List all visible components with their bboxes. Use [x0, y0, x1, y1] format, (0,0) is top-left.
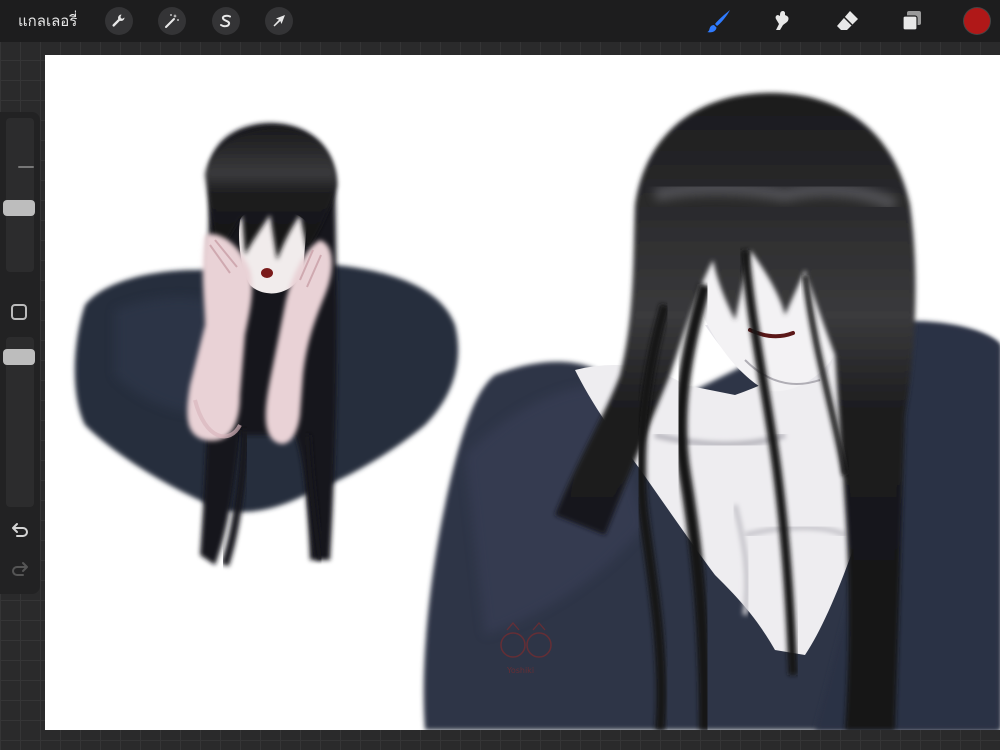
- smudge-icon: [775, 11, 789, 30]
- selection-button[interactable]: [212, 7, 240, 35]
- transform-button[interactable]: [265, 7, 293, 35]
- brush-size-thumb[interactable]: [3, 200, 35, 216]
- layers-icon: [902, 11, 921, 31]
- left-figure: [74, 123, 459, 567]
- selection-icon: [220, 14, 231, 28]
- actions-button[interactable]: [105, 7, 133, 35]
- right-figure: Yoshiki: [423, 92, 1000, 730]
- eraser-icon: [837, 11, 858, 30]
- redo-button[interactable]: [9, 559, 31, 579]
- adjustments-button[interactable]: [158, 7, 186, 35]
- top-toolbar: แกลเลอรี่: [0, 0, 1000, 42]
- undo-icon: [12, 523, 28, 537]
- left-sidebar: [0, 112, 40, 594]
- eraser-tool-button[interactable]: [832, 6, 862, 36]
- redo-icon: [12, 562, 28, 576]
- wrench-icon: [112, 14, 125, 27]
- drawing-canvas[interactable]: Yoshiki: [45, 55, 1000, 730]
- smudge-tool-button[interactable]: [768, 6, 798, 36]
- brush-tool-button[interactable]: [704, 6, 734, 36]
- watermark-text: Yoshiki: [506, 666, 534, 675]
- arrow-cursor-icon: [273, 15, 285, 27]
- artwork: Yoshiki: [74, 92, 1000, 730]
- gallery-button[interactable]: แกลเลอรี่: [18, 9, 77, 33]
- modify-button[interactable]: [11, 304, 27, 320]
- slider-tick: [18, 166, 34, 168]
- brush-size-slider[interactable]: [3, 118, 35, 272]
- undo-button[interactable]: [9, 520, 31, 540]
- layers-button[interactable]: [897, 6, 927, 36]
- magic-wand-icon: [165, 14, 179, 28]
- opacity-thumb[interactable]: [3, 349, 35, 365]
- opacity-slider[interactable]: [3, 337, 35, 507]
- brush-icon: [707, 10, 730, 33]
- active-color-swatch[interactable]: [964, 8, 990, 34]
